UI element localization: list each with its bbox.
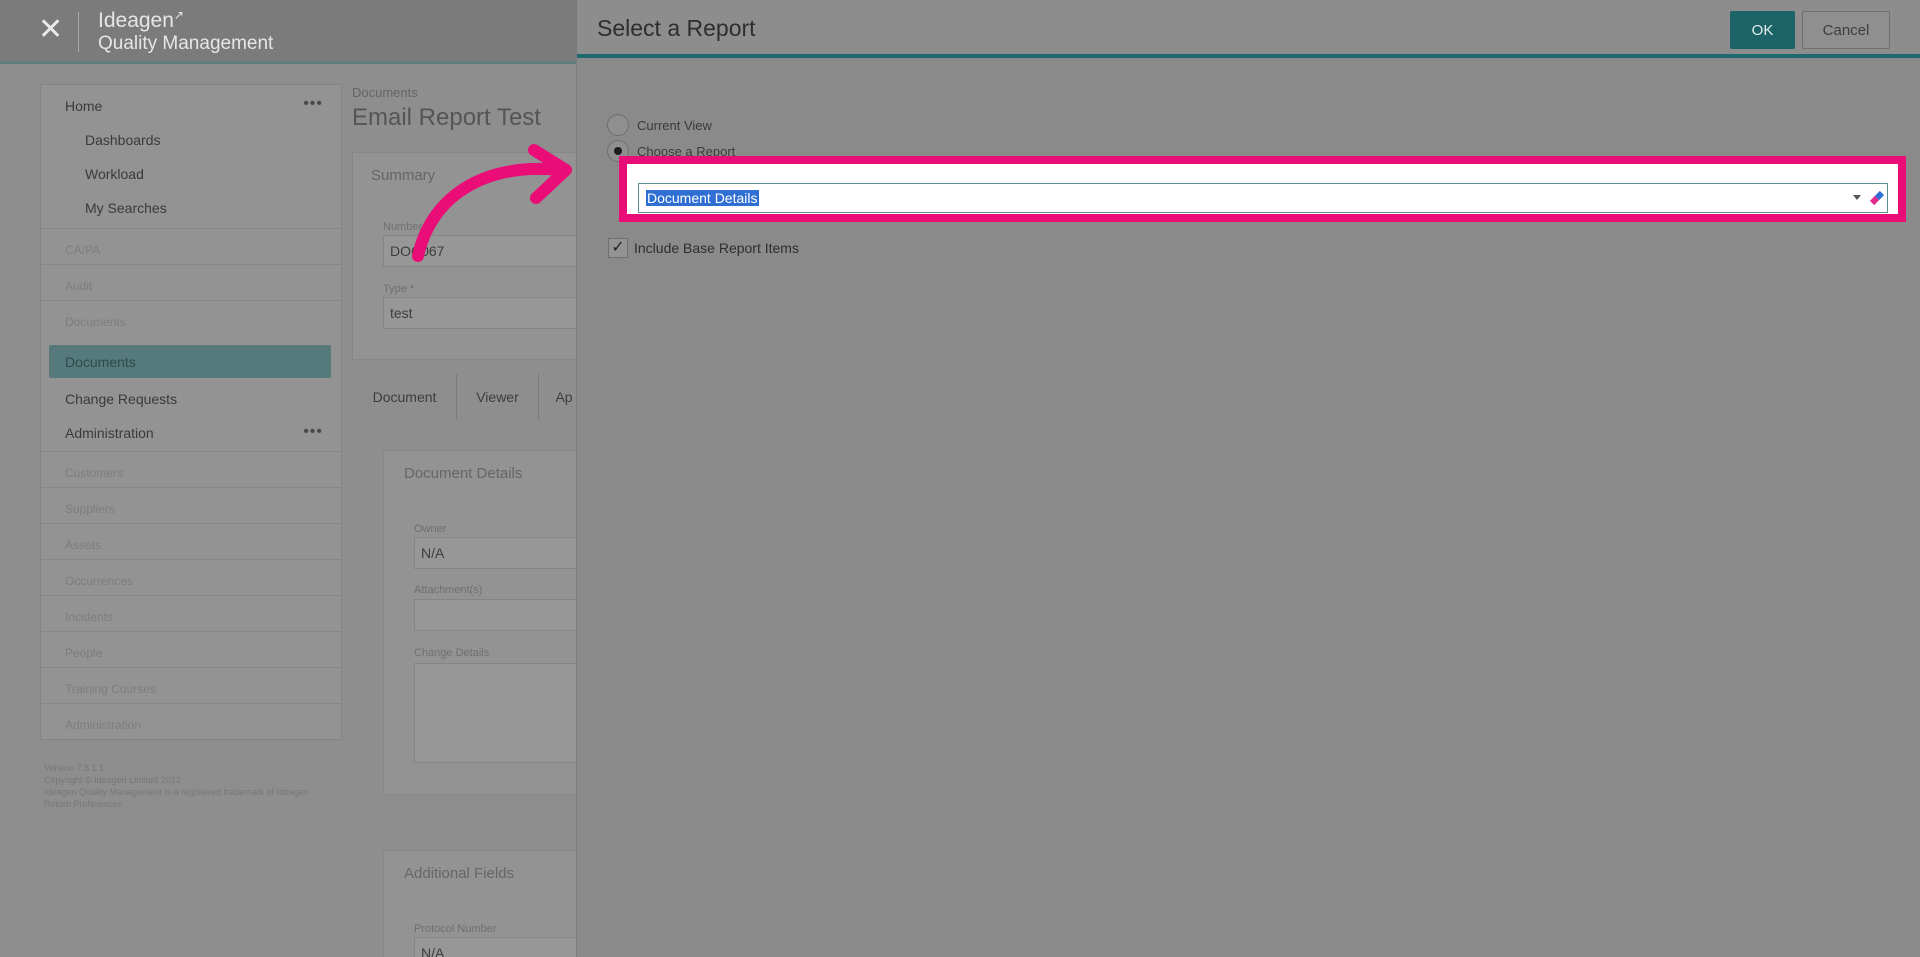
sidebar-item-documents[interactable]: Documents <box>49 345 331 378</box>
include-base-report-checkbox[interactable]: ✓ <box>608 238 628 258</box>
sidebar-item-label: CA/PA <box>65 243 101 257</box>
sidebar-item-label: Assets <box>65 538 102 552</box>
tab-viewer[interactable]: Viewer <box>457 374 539 420</box>
sidebar-item-occurrences[interactable]: Occurrences <box>41 559 341 595</box>
eraser-icon[interactable] <box>1867 188 1887 208</box>
sidebar-item-assets[interactable]: Assets <box>41 523 341 559</box>
sidebar-item-label: Audit <box>65 279 93 293</box>
version-footer: Version 7.8.1.1 Copyright © Ideagen Limi… <box>44 762 344 810</box>
footer-version: Version 7.8.1.1 <box>44 763 105 773</box>
brand-mark-icon: ↗ <box>173 8 184 22</box>
additional-fields-title: Additional Fields <box>404 865 515 882</box>
annotation-highlight-frame: Document Details <box>619 156 1906 222</box>
sidebar-item-label: My Searches <box>85 200 167 216</box>
footer-preferences[interactable]: Return Preferences <box>44 798 344 810</box>
tab-document[interactable]: Document <box>353 374 457 420</box>
include-base-report-label: Include Base Report Items <box>634 240 799 256</box>
more-options-icon[interactable]: ••• <box>303 423 323 441</box>
breadcrumb[interactable]: Documents <box>352 85 418 100</box>
additional-fields-card: Additional Fields Protocol Number N/A <box>383 850 604 957</box>
chevron-down-icon[interactable] <box>1853 195 1861 200</box>
type-label: Type * <box>383 283 415 295</box>
sidebar-item-administration-module[interactable]: Administration <box>41 703 341 739</box>
owner-label: Owner <box>414 523 447 535</box>
sidebar-item-incidents[interactable]: Incidents <box>41 595 341 631</box>
sidebar-item-administration[interactable]: Administration ••• <box>41 414 341 450</box>
close-icon[interactable]: ✕ <box>38 14 63 46</box>
sidebar-item-label: Change Requests <box>65 391 178 407</box>
sidebar-item-customers[interactable]: Customers <box>41 451 341 487</box>
sidebar-item-label: Administration <box>65 718 142 732</box>
sidebar-item-dashboards[interactable]: Dashboards <box>41 121 341 155</box>
sidebar-item-label: Home <box>65 98 103 114</box>
dialog-header: Select a Report OK Cancel <box>577 0 1920 58</box>
sidebar-item-change-requests[interactable]: Change Requests <box>41 380 341 414</box>
sidebar-item-home[interactable]: Home ••• <box>41 85 341 121</box>
sidebar-item-people[interactable]: People <box>41 631 341 667</box>
type-field[interactable]: test <box>383 297 583 329</box>
report-select-value: Document Details <box>646 190 759 206</box>
page-title: Email Report Test <box>352 104 541 131</box>
sidebar-item-audit[interactable]: Audit <box>41 264 341 300</box>
sidebar-item-label: Dashboards <box>85 132 161 148</box>
sidebar-item-label: Customers <box>65 466 124 480</box>
cancel-button[interactable]: Cancel <box>1802 11 1890 49</box>
protocol-number-label: Protocol Number <box>414 923 497 935</box>
sidebar-item-label: Training Courses <box>65 682 156 696</box>
sidebar-item-label: Incidents <box>65 610 114 624</box>
report-select-input[interactable]: Document Details <box>638 183 1888 213</box>
dialog-title: Select a Report <box>597 15 756 41</box>
ok-button[interactable]: OK <box>1730 11 1795 49</box>
document-details-card: Document Details Owner N/A Attachment(s)… <box>383 450 604 795</box>
sidebar-item-workload[interactable]: Workload <box>41 155 341 189</box>
more-options-icon[interactable]: ••• <box>303 95 323 113</box>
footer-trademark: Ideagen Quality Management is a register… <box>44 787 310 797</box>
sidebar-item-label: Documents <box>65 315 126 329</box>
sidebar-item-capa[interactable]: CA/PA <box>41 228 341 264</box>
select-report-dialog: Select a Report OK Cancel Current View C… <box>576 0 1920 957</box>
sidebar-item-label: Administration <box>65 425 154 441</box>
annotation-arrow-icon <box>412 144 572 262</box>
radio-current-view[interactable] <box>607 114 629 136</box>
brand-logo: Ideagen↗ <box>98 8 184 32</box>
sidebar-item-label: People <box>65 646 103 660</box>
sidebar-nav: Home ••• Dashboards Workload My Searches… <box>40 84 342 740</box>
attachments-label: Attachment(s) <box>414 584 483 596</box>
brand-product-name: Quality Management <box>98 33 274 54</box>
sidebar-item-suppliers[interactable]: Suppliers <box>41 487 341 523</box>
document-details-title: Document Details <box>404 465 523 482</box>
sidebar-item-label: Suppliers <box>65 502 116 516</box>
sidebar-item-label: Occurrences <box>65 574 134 588</box>
header-divider <box>78 12 79 52</box>
change-details-label: Change Details <box>414 647 490 659</box>
footer-copyright: Copyright © Ideagen Limited 2022 <box>44 775 181 785</box>
radio-selected-dot <box>614 147 622 155</box>
sidebar-item-documents-group[interactable]: Documents <box>41 300 341 336</box>
sidebar-item-training-courses[interactable]: Training Courses <box>41 667 341 703</box>
radio-current-view-label: Current View <box>637 118 712 133</box>
sidebar-item-my-searches[interactable]: My Searches <box>41 189 341 223</box>
sidebar-item-label: Workload <box>85 166 144 182</box>
sidebar-item-label: Documents <box>65 354 136 370</box>
